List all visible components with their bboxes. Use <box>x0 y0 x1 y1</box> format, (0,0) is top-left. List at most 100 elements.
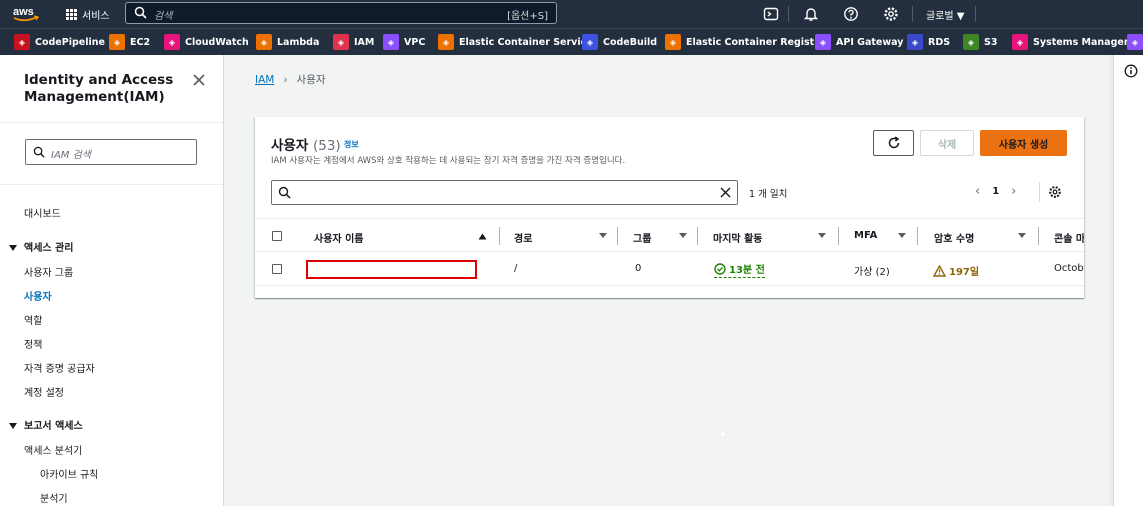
sidebar-item-account-settings[interactable]: 계정 설정 <box>24 384 64 399</box>
cloudshell-icon[interactable] <box>763 6 779 22</box>
caret-down-icon: ▼ <box>956 11 965 22</box>
global-search-input[interactable]: 검색 [옵션+S] <box>125 2 557 24</box>
sidebar-item-identity-providers[interactable]: 자격 증명 공급자 <box>24 360 95 375</box>
sort-caret-icon[interactable] <box>898 233 906 238</box>
aws-logo[interactable]: aws <box>12 5 40 23</box>
favorite-cloudwatch[interactable]: ◈ CloudWatch <box>164 34 249 50</box>
panel-title-text: 사용자 <box>271 138 309 154</box>
breadcrumb: IAM › 사용자 <box>255 72 326 87</box>
sidebar-item-archive-rules[interactable]: 아카이브 규칙 <box>40 466 98 481</box>
favorite-label: Elastic Container Registry <box>686 36 826 48</box>
sidebar-section-reports[interactable]: 보고서 액세스 <box>9 417 83 432</box>
gear-icon[interactable] <box>883 6 899 22</box>
favorite-s3[interactable]: ◈ S3 <box>963 34 997 50</box>
favorite-label: S3 <box>984 36 998 48</box>
sidebar-item-analyzers[interactable]: 분석기 <box>40 490 68 505</box>
chevron-right-icon: › <box>283 73 288 86</box>
sidebar-item-access-analyzer[interactable]: 액세스 분석기 <box>24 442 82 457</box>
create-user-button[interactable]: 사용자 생성 <box>980 130 1067 156</box>
favorite-api-gateway[interactable]: ◈ API Gateway <box>815 34 903 50</box>
last-activity-badge[interactable]: 13분 전 <box>714 261 765 278</box>
favorite-rds[interactable]: ◈ RDS <box>907 34 950 50</box>
close-icon[interactable] <box>192 73 206 87</box>
page-number[interactable]: 1 <box>992 186 999 197</box>
sort-ascending-icon[interactable] <box>478 233 487 240</box>
top-navigation: aws 서비스 검색 [옵션+S] 글로벌 ▼ <box>0 0 1143 28</box>
column-password-age[interactable]: 암호 수명 <box>934 230 974 245</box>
favorite-label: Lambda <box>277 36 320 48</box>
delete-button[interactable]: 삭제 <box>920 130 974 156</box>
caret-down-icon <box>9 245 17 251</box>
right-rail <box>1113 55 1143 506</box>
section-label: 액세스 관리 <box>24 243 74 254</box>
table-settings-icon[interactable] <box>1048 185 1062 199</box>
ecr-icon: ◈ <box>665 34 681 50</box>
sidebar-section-access[interactable]: 액세스 관리 <box>9 239 73 254</box>
rds-icon: ◈ <box>907 34 923 50</box>
sidebar-item-dashboard[interactable]: 대시보드 <box>24 205 61 220</box>
refresh-button[interactable] <box>873 130 914 156</box>
column-path[interactable]: 경로 <box>514 230 532 245</box>
info-icon[interactable] <box>1124 64 1138 78</box>
favorite-ecs[interactable]: ◈ Elastic Container Service <box>438 34 593 50</box>
column-groups[interactable]: 그룹 <box>633 230 651 245</box>
codebuild-icon: ◈ <box>582 34 598 50</box>
favorites-bar: ◈ CodePipeline ◈ EC2 ◈ CloudWatch ◈ Lambda ◈ IAM ◈… <box>0 28 1143 55</box>
sidebar-item-user-groups[interactable]: 사용자 그룹 <box>24 264 73 279</box>
help-icon[interactable] <box>843 6 859 22</box>
users-search-input[interactable] <box>271 180 738 205</box>
favorite-ecr[interactable]: ◈ Elastic Container Registry <box>665 34 825 50</box>
previous-page-icon[interactable]: ‹ <box>975 184 980 199</box>
favorite-codepipeline[interactable]: ◈ CodePipeline <box>14 34 105 50</box>
favorite-codebuild[interactable]: ◈ CodeBuild <box>582 34 657 50</box>
overflow-service-icon[interactable]: ◈ <box>1127 34 1143 50</box>
codepipeline-icon: ◈ <box>14 34 30 50</box>
favorite-systems-manager[interactable]: ◈ Systems Manager <box>1012 34 1129 50</box>
iam-search-input[interactable]: IAM 검색 <box>25 139 197 165</box>
select-all-checkbox[interactable] <box>272 231 282 241</box>
sort-caret-icon[interactable] <box>818 233 826 238</box>
sidebar-item-policies[interactable]: 정책 <box>24 336 42 351</box>
region-selector[interactable]: 글로벌 ▼ <box>926 7 965 22</box>
column-mfa[interactable]: MFA <box>854 230 877 241</box>
column-console[interactable]: 콘솔 마 <box>1054 230 1084 245</box>
column-last-activity[interactable]: 마지막 활동 <box>713 230 762 245</box>
favorite-label: CloudWatch <box>185 36 249 48</box>
breadcrumb-iam-link[interactable]: IAM <box>255 74 274 86</box>
clear-icon[interactable] <box>720 187 731 198</box>
favorite-iam[interactable]: ◈ IAM <box>333 34 374 50</box>
cloudwatch-icon: ◈ <box>164 34 180 50</box>
grid-icon <box>66 9 77 20</box>
main-content: IAM › 사용자 사용자 (53) 정보 IAM 사용자는 계정에서 AWS와… <box>224 55 1113 506</box>
favorite-label: Elastic Container Service <box>459 36 593 48</box>
next-page-icon[interactable]: › <box>1011 184 1016 199</box>
region-label: 글로벌 <box>926 11 954 22</box>
bell-icon[interactable] <box>803 6 819 22</box>
refresh-icon <box>888 136 899 149</box>
column-username[interactable]: 사용자 이름 <box>314 230 363 245</box>
favorite-label: Systems Manager <box>1033 36 1129 48</box>
username-redacted-box[interactable] <box>306 260 477 279</box>
sidebar-item-users[interactable]: 사용자 <box>24 288 52 303</box>
favorite-ec2[interactable]: ◈ EC2 <box>109 34 150 50</box>
sort-caret-icon[interactable] <box>679 233 687 238</box>
favorite-lambda[interactable]: ◈ Lambda <box>256 34 319 50</box>
table-row: / 0 13분 전 가상 (2) 197일 Octob <box>255 252 1084 286</box>
pagination: ‹ 1 › <box>975 184 1016 199</box>
services-menu-button[interactable]: 서비스 <box>66 7 110 22</box>
favorite-label: IAM <box>354 36 375 48</box>
groups-cell: 0 <box>635 263 642 274</box>
users-table-panel: 사용자 (53) 정보 IAM 사용자는 계정에서 AWS와 상호 작용하는 데… <box>255 117 1084 298</box>
sidebar-item-roles[interactable]: 역할 <box>24 312 42 327</box>
favorite-vpc[interactable]: ◈ VPC <box>383 34 425 50</box>
sort-caret-icon[interactable] <box>1018 233 1026 238</box>
favorite-label: EC2 <box>130 36 151 48</box>
sort-caret-icon[interactable] <box>599 233 607 238</box>
match-count: 1 개 일치 <box>749 189 788 200</box>
ec2-icon: ◈ <box>109 34 125 50</box>
info-link[interactable]: 정보 <box>344 139 359 150</box>
path-cell: / <box>514 263 518 274</box>
row-checkbox[interactable] <box>272 264 282 274</box>
lambda-icon: ◈ <box>256 34 272 50</box>
mfa-cell: 가상 (2) <box>854 267 890 278</box>
